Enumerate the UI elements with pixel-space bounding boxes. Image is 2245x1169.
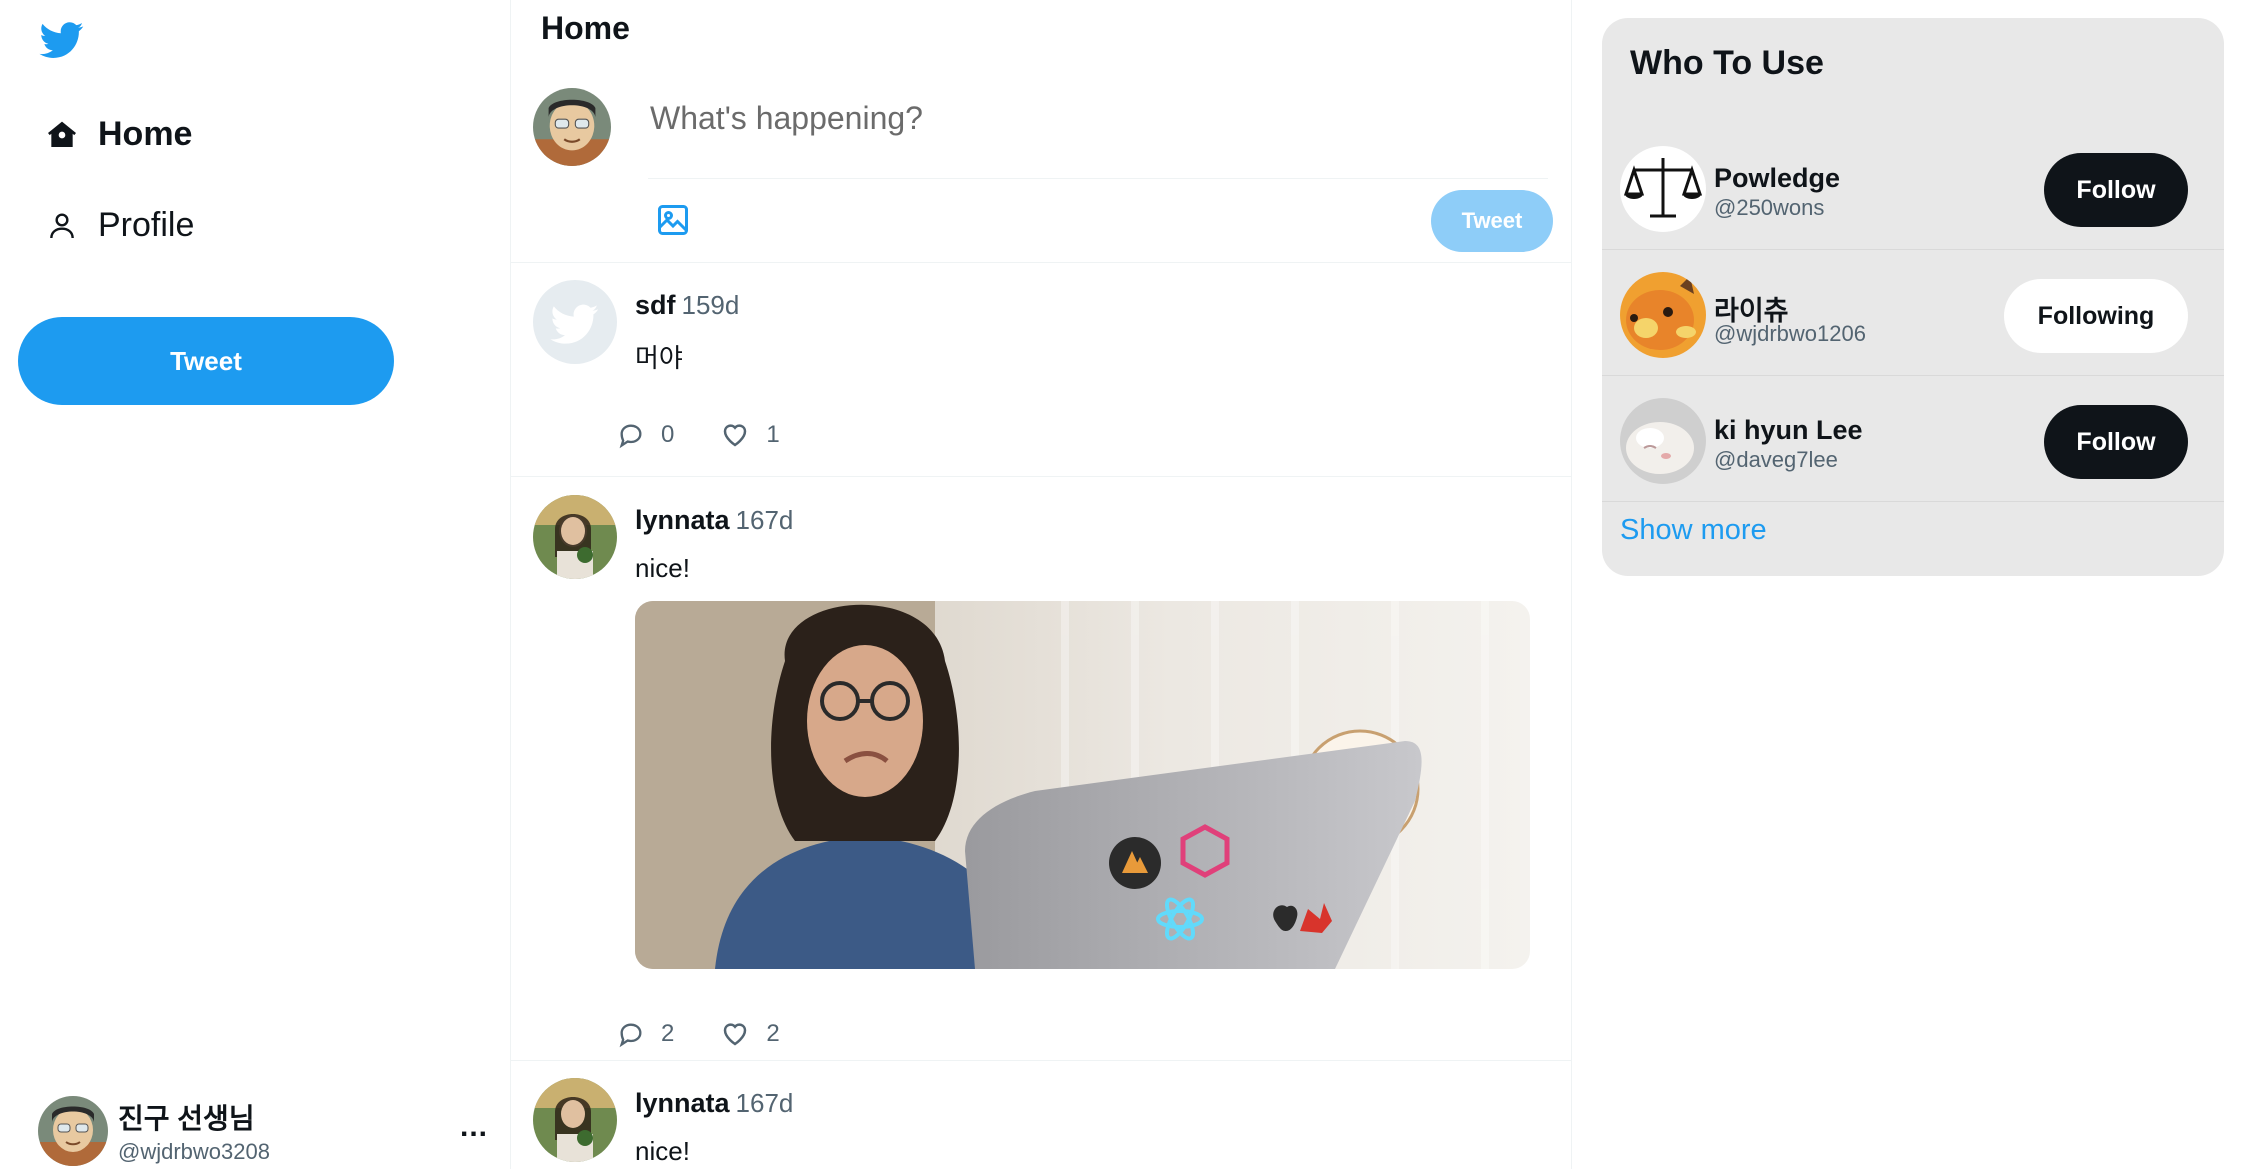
tweet-timestamp: 159d xyxy=(681,290,740,320)
follow-suggestion[interactable]: 라이츄 @wjdrbwo1206 Following xyxy=(1602,249,2224,376)
tweet-author-name: lynnata xyxy=(635,505,730,535)
follow-suggestion[interactable]: Powledge @250wons Follow xyxy=(1602,123,2224,250)
tweet-avatar xyxy=(533,1078,617,1162)
compose-input[interactable] xyxy=(648,92,1532,144)
page-title: Home xyxy=(541,10,630,46)
following-button[interactable]: Following xyxy=(2004,279,2188,353)
follow-suggestion[interactable]: ki hyun Lee @daveg7lee Follow xyxy=(1602,375,2224,502)
image-upload-icon[interactable] xyxy=(655,202,691,238)
sidebar-tweet-button[interactable]: Tweet xyxy=(18,317,394,405)
user-handle: @daveg7lee xyxy=(1714,447,1838,472)
tweet-text: 머야 xyxy=(635,343,683,373)
timeline: Home Tweet sdf159d 머야 xyxy=(510,0,1572,1169)
left-sidebar: Home Profile Tweet 진구 선생님 @wjdrbwo3208 .… xyxy=(0,0,510,1169)
user-avatar xyxy=(1620,398,1706,484)
who-to-follow-title: Who To Use xyxy=(1630,44,1824,82)
home-icon xyxy=(44,117,80,153)
tweet-author[interactable]: lynnata 167d xyxy=(635,505,793,536)
heart-icon xyxy=(724,1023,747,1046)
like-button[interactable]: 1 xyxy=(720,420,780,450)
tweet-item[interactable]: lynnata 167d nice! xyxy=(511,1078,1571,1169)
compose-tweet-button[interactable]: Tweet xyxy=(1431,190,1553,252)
like-button[interactable]: 2 xyxy=(720,1019,780,1049)
user-name: ki hyun Lee xyxy=(1714,415,1863,445)
follow-button[interactable]: Follow xyxy=(2044,405,2188,479)
tweet-text: nice! xyxy=(635,1136,690,1166)
tweet-author-name: sdf xyxy=(635,290,676,320)
tweet-actions: 2 2 xyxy=(617,1019,826,1049)
user-name: Powledge xyxy=(1714,163,1841,193)
account-avatar xyxy=(38,1096,108,1166)
tweet-author[interactable]: sdf 159d xyxy=(635,290,739,321)
tweet-item[interactable]: lynnata 167d nice! xyxy=(511,495,1571,1061)
divider xyxy=(511,262,1571,263)
show-more-link[interactable]: Show more xyxy=(1620,514,1767,547)
reply-count: 2 xyxy=(661,1020,675,1047)
reply-button[interactable]: 2 xyxy=(617,1020,674,1048)
tweet-actions: 0 1 xyxy=(617,420,826,450)
tweet-avatar xyxy=(533,495,617,579)
nav-profile-label: Profile xyxy=(98,206,195,244)
tweet-author[interactable]: lynnata 167d xyxy=(635,1088,793,1119)
like-count: 1 xyxy=(766,421,780,448)
user-avatar xyxy=(1620,146,1706,232)
user-handle: @250wons xyxy=(1714,195,1825,220)
heart-icon xyxy=(724,424,747,447)
divider xyxy=(511,1060,1571,1061)
account-more-icon[interactable]: ... xyxy=(460,1110,488,1144)
tweet-timestamp: 167d xyxy=(735,505,794,535)
user-handle: @wjdrbwo1206 xyxy=(1714,321,1866,346)
divider xyxy=(511,476,1571,477)
tweet-avatar xyxy=(533,280,617,364)
tweet-item[interactable]: sdf 159d 머야 0 1 xyxy=(511,280,1571,476)
reply-button[interactable]: 0 xyxy=(617,421,674,449)
reply-icon xyxy=(619,424,642,449)
account-display-name: 진구 선생님 xyxy=(118,1103,255,1134)
reply-count: 0 xyxy=(661,421,675,448)
nav-item-home[interactable]: Home xyxy=(44,115,192,154)
compose-avatar xyxy=(533,88,611,166)
who-to-follow-panel: Who To Use Powledge @250wons Follow 라이츄 … xyxy=(1602,18,2224,576)
follow-button[interactable]: Follow xyxy=(2044,153,2188,227)
twitter-logo-icon[interactable] xyxy=(36,18,88,62)
tweet-text: nice! xyxy=(635,553,690,583)
like-count: 2 xyxy=(766,1020,780,1047)
tweet-author-name: lynnata xyxy=(635,1088,730,1118)
account-handle: @wjdrbwo3208 xyxy=(118,1139,270,1164)
compose-divider xyxy=(648,178,1548,179)
user-avatar xyxy=(1620,272,1706,358)
reply-icon xyxy=(619,1023,642,1048)
profile-icon xyxy=(44,208,80,244)
account-switcher[interactable]: 진구 선생님 @wjdrbwo3208 ... xyxy=(38,1096,488,1166)
tweet-timestamp: 167d xyxy=(735,1088,794,1118)
nav-item-profile[interactable]: Profile xyxy=(44,206,194,245)
tweet-image[interactable] xyxy=(635,601,1530,969)
nav-home-label: Home xyxy=(98,115,193,153)
